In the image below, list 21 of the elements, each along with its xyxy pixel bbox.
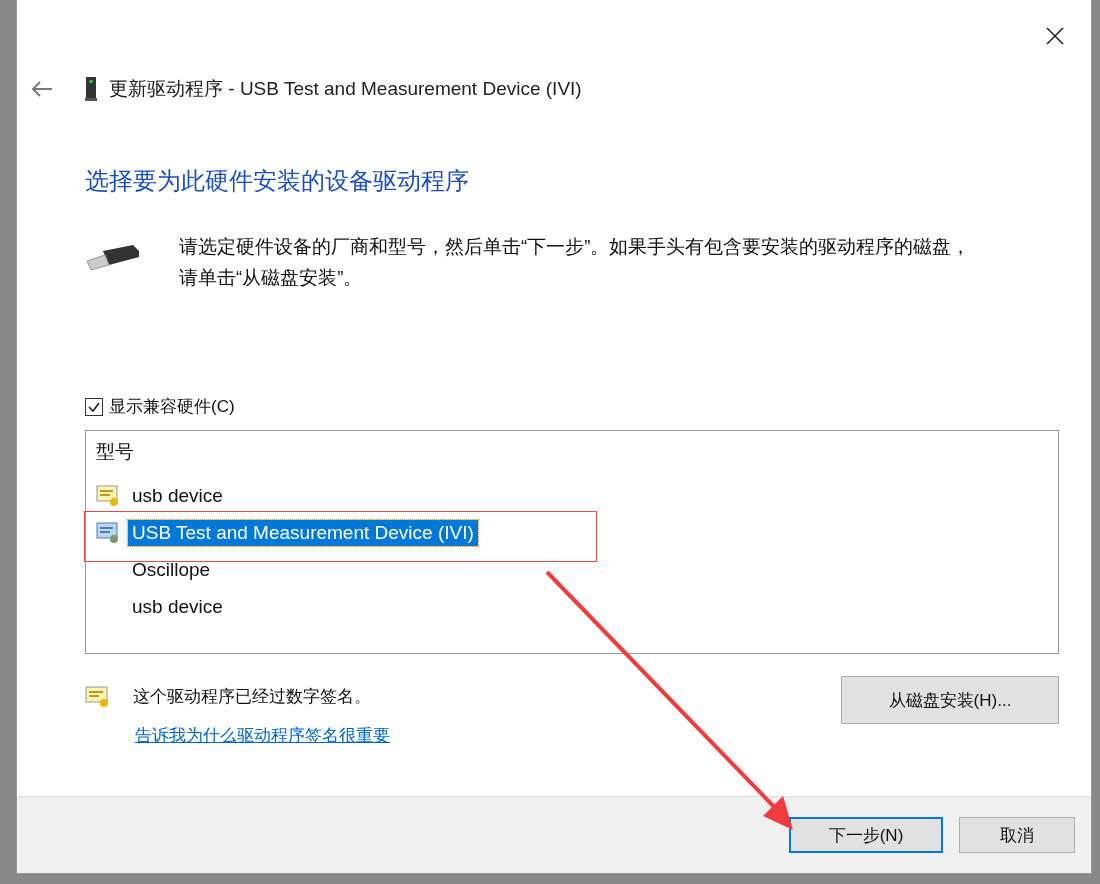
certificate-icon [85,684,111,708]
page-heading: 选择要为此硬件安装的设备驱动程序 [85,166,470,196]
instruction-text: 请选定硬件设备的厂商和型号，然后单击“下一步”。如果手头有包含要安装的驱动程序的磁盘，请单击“从磁盘安装”。 [179,235,971,290]
column-header: 型号 [96,440,135,464]
device-icon [85,77,97,101]
compatible-checkbox[interactable] [85,397,103,416]
checkbox-label: 显示兼容硬件(C) [109,396,235,418]
back-arrow-icon[interactable] [31,81,53,97]
have-disk-button[interactable]: 从磁盘安装(H)... [841,676,1059,724]
model-list-item[interactable]: Oscillope [128,556,215,583]
model-list-item[interactable]: USB Test and Measurement Device (IVI) [128,519,478,546]
certificate-icon [96,521,120,544]
signature-info-link[interactable]: 告诉我为什么驱动程序签名很重要 [135,724,390,747]
window-title: 更新驱动程序 - USB Test and Measurement Device (IVI) [109,77,582,101]
dialog-button[interactable]: 下一步(N) [789,817,943,853]
certificate-icon [96,484,120,507]
dialog-button[interactable]: 取消 [959,817,1075,853]
model-list-item[interactable]: usb device [128,593,227,620]
model-list-item[interactable]: usb device [128,482,227,509]
usb-plug-icon [85,243,141,273]
signature-note: 这个驱动程序已经过数字签名。 [133,685,371,708]
